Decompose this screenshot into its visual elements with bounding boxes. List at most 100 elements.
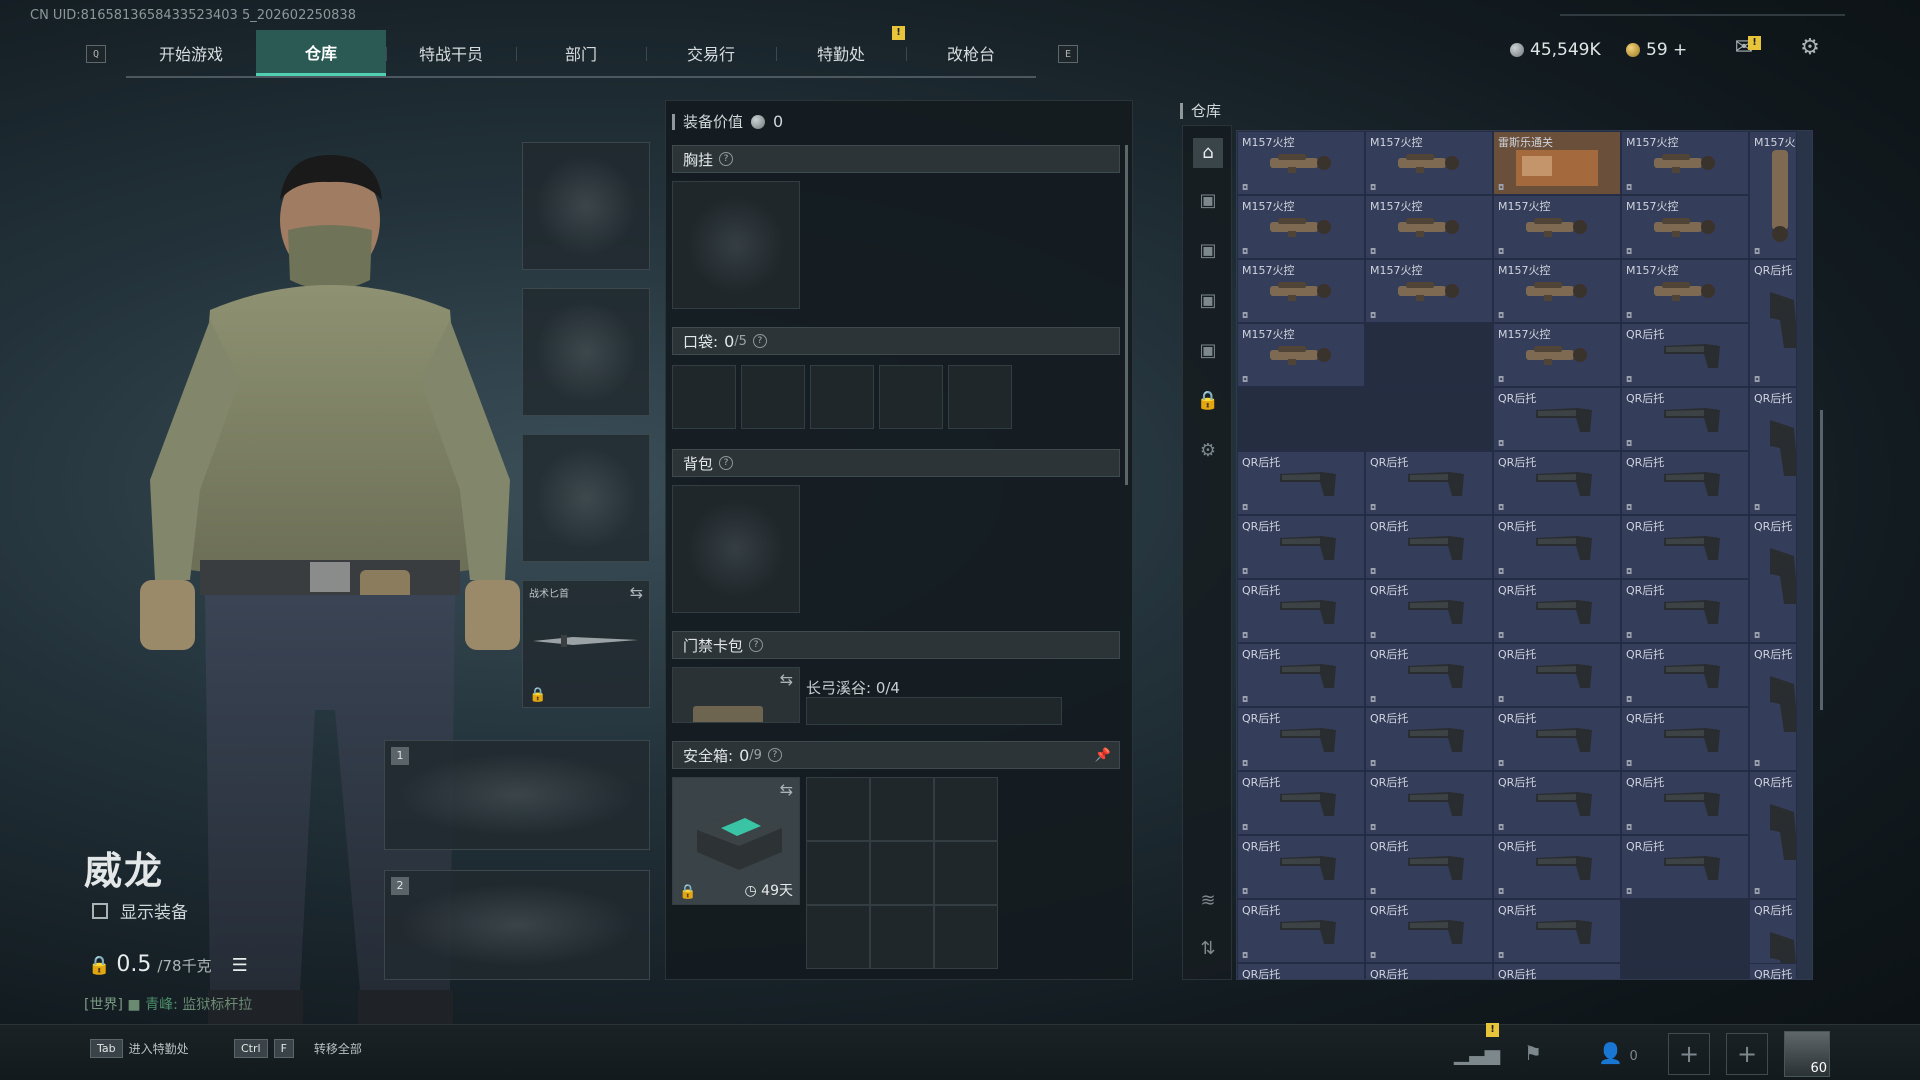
chest-rig-slot[interactable] xyxy=(672,181,800,309)
warehouse-item[interactable]: QR后托◘ xyxy=(1365,579,1493,643)
pocket-slot-4[interactable] xyxy=(879,365,943,429)
weight-list-icon[interactable]: ☰ xyxy=(232,955,248,976)
warehouse-item[interactable]: QR后托◘ xyxy=(1493,963,1621,979)
warehouse-scrollbar[interactable] xyxy=(1820,410,1823,710)
warehouse-item[interactable]: QR后托◘ xyxy=(1749,963,1797,979)
warehouse-sort-icon[interactable]: ⇅ xyxy=(1193,934,1223,964)
safebox-cell[interactable] xyxy=(934,841,998,905)
tab-special-ops[interactable]: 特勤处 xyxy=(776,30,906,76)
safebox-cell[interactable] xyxy=(806,777,870,841)
warehouse-item[interactable]: QR后托◘ xyxy=(1493,899,1621,963)
warehouse-settings-icon[interactable]: ⚙ xyxy=(1193,436,1223,466)
warehouse-item[interactable]: QR后托◘ xyxy=(1493,579,1621,643)
warehouse-item[interactable]: M157火控◘ xyxy=(1237,131,1365,195)
hint-transfer-all[interactable]: Ctrl F 转移全部 xyxy=(234,1039,362,1058)
warehouse-layers-icon[interactable]: ≋ xyxy=(1193,886,1223,916)
warehouse-item[interactable]: M157火控◘ xyxy=(1237,195,1365,259)
warehouse-tab-iv-b-icon[interactable]: ▣ xyxy=(1193,286,1223,316)
silver-currency[interactable]: 45,549K xyxy=(1510,40,1601,60)
pocket-slot-2[interactable] xyxy=(741,365,805,429)
warehouse-item[interactable]: QR后托◘ xyxy=(1493,771,1621,835)
warehouse-item[interactable]: QR后托◘ xyxy=(1237,451,1365,515)
warehouse-tab-iv-icon[interactable]: ▣ xyxy=(1193,236,1223,266)
safebox-cell[interactable] xyxy=(806,841,870,905)
gold-currency[interactable]: 59 + xyxy=(1626,40,1687,60)
tab-operators[interactable]: 特战干员 xyxy=(386,30,516,76)
warehouse-item[interactable]: M157火控◘ xyxy=(1621,195,1749,259)
warehouse-item[interactable]: QR后托◘ xyxy=(1621,323,1749,387)
warehouse-item[interactable]: QR后托◘ xyxy=(1621,387,1749,451)
warehouse-item[interactable]: M157火控◘ xyxy=(1365,131,1493,195)
warehouse-item[interactable]: QR后托◘ xyxy=(1621,451,1749,515)
keycard-case-slot[interactable]: ⇆ xyxy=(672,667,800,723)
warehouse-item[interactable]: QR后托◘ xyxy=(1493,387,1621,451)
warehouse-item[interactable]: QR后托◘ xyxy=(1237,835,1365,899)
warehouse-item[interactable]: QR后托◘ xyxy=(1365,451,1493,515)
hint-enter-special-ops[interactable]: Tab 进入特勤处 xyxy=(90,1039,189,1058)
warehouse-item[interactable]: QR后托◘ xyxy=(1365,771,1493,835)
safebox-cell[interactable] xyxy=(806,905,870,969)
pocket-slot-5[interactable] xyxy=(948,365,1012,429)
knife-swap-icon[interactable]: ⇆ xyxy=(630,583,643,602)
warehouse-item[interactable]: QR后托◘ xyxy=(1749,643,1797,771)
warehouse-item[interactable]: M157火控◘ xyxy=(1621,259,1749,323)
keycard-row[interactable] xyxy=(806,697,1062,725)
add-squad-slot-1[interactable]: + xyxy=(1668,1033,1710,1075)
show-gear-toggle[interactable]: 显示装备 xyxy=(92,898,188,923)
warehouse-item[interactable]: M157火控◘ xyxy=(1365,259,1493,323)
safebox-cell[interactable] xyxy=(870,777,934,841)
keycard-swap-icon[interactable]: ⇆ xyxy=(780,670,793,689)
warehouse-item[interactable]: QR后托◘ xyxy=(1749,387,1797,515)
pocket-help-icon[interactable]: ? xyxy=(752,334,767,348)
warehouse-item[interactable]: M157火控◘ xyxy=(1493,259,1621,323)
safebox-cell[interactable] xyxy=(870,841,934,905)
warehouse-item[interactable]: M157火控◘ xyxy=(1749,131,1797,259)
warehouse-item[interactable]: 雷斯乐通关 ◘ xyxy=(1493,131,1621,195)
warehouse-item[interactable]: QR后托◘ xyxy=(1365,963,1493,979)
tab-gunsmith[interactable]: 改枪台 xyxy=(906,30,1036,76)
backpack-slot[interactable] xyxy=(672,485,800,613)
warehouse-item[interactable]: QR后托◘ xyxy=(1365,515,1493,579)
flag-icon[interactable]: ⚑ xyxy=(1516,1037,1550,1069)
stats-chart-icon[interactable]: ▁▃▅ xyxy=(1454,1037,1500,1069)
warehouse-item[interactable]: QR后托◘ xyxy=(1749,771,1797,899)
warehouse-item[interactable]: M157火控◘ xyxy=(1493,323,1621,387)
show-gear-checkbox[interactable] xyxy=(92,902,108,919)
warehouse-item[interactable]: QR后托◘ xyxy=(1237,515,1365,579)
warehouse-item[interactable]: M157火控◘ xyxy=(1621,131,1749,195)
warehouse-item[interactable]: M157火控◘ xyxy=(1493,195,1621,259)
safebox-cell[interactable] xyxy=(870,905,934,969)
warehouse-item[interactable]: QR后托◘ xyxy=(1749,515,1797,643)
warehouse-item[interactable]: QR后托◘ xyxy=(1621,707,1749,771)
tab-start-game[interactable]: 开始游戏 xyxy=(126,30,256,76)
warehouse-item[interactable]: QR后托◘ xyxy=(1237,579,1365,643)
warehouse-item[interactable]: QR后托◘ xyxy=(1621,515,1749,579)
warehouse-item[interactable]: QR后托◘ xyxy=(1365,835,1493,899)
warehouse-item[interactable]: QR后托◘ xyxy=(1493,515,1621,579)
warehouse-item[interactable]: QR后托◘ xyxy=(1749,259,1797,387)
pistol-slot[interactable] xyxy=(522,434,650,562)
safebox-help-icon[interactable]: ? xyxy=(767,748,782,762)
warehouse-item[interactable]: QR后托◘ xyxy=(1493,643,1621,707)
nav-right-key[interactable]: E xyxy=(1058,45,1078,63)
primary-weapon-slot-1[interactable]: 1 xyxy=(384,740,650,850)
friends-button[interactable]: 👤 0 xyxy=(1588,1037,1648,1069)
backpack-help-icon[interactable]: ? xyxy=(719,456,734,470)
warehouse-home-icon[interactable]: ⌂ xyxy=(1193,138,1223,168)
nav-left-key[interactable]: Q xyxy=(86,45,106,63)
safebox-pin-icon[interactable]: 📌 xyxy=(1095,748,1111,763)
safebox-cell[interactable] xyxy=(934,777,998,841)
warehouse-item[interactable]: QR后托◘ xyxy=(1237,963,1365,979)
player-avatar[interactable]: 60 xyxy=(1784,1031,1830,1077)
warehouse-item[interactable]: QR后托◘ xyxy=(1237,707,1365,771)
pocket-slot-3[interactable] xyxy=(810,365,874,429)
settings-gear-icon[interactable]: ⚙ xyxy=(1796,36,1824,60)
warehouse-item[interactable]: QR后托◘ xyxy=(1365,643,1493,707)
chest-rig-help-icon[interactable]: ? xyxy=(719,152,734,166)
warehouse-tab-v-icon[interactable]: ▣ xyxy=(1193,186,1223,216)
warehouse-item[interactable]: M157火控◘ xyxy=(1237,259,1365,323)
warehouse-item[interactable]: QR后托◘ xyxy=(1493,451,1621,515)
warehouse-lock-icon[interactable]: 🔒 xyxy=(1193,386,1223,416)
warehouse-item[interactable]: QR后托◘ xyxy=(1621,771,1749,835)
warehouse-item[interactable]: QR后托◘ xyxy=(1237,643,1365,707)
